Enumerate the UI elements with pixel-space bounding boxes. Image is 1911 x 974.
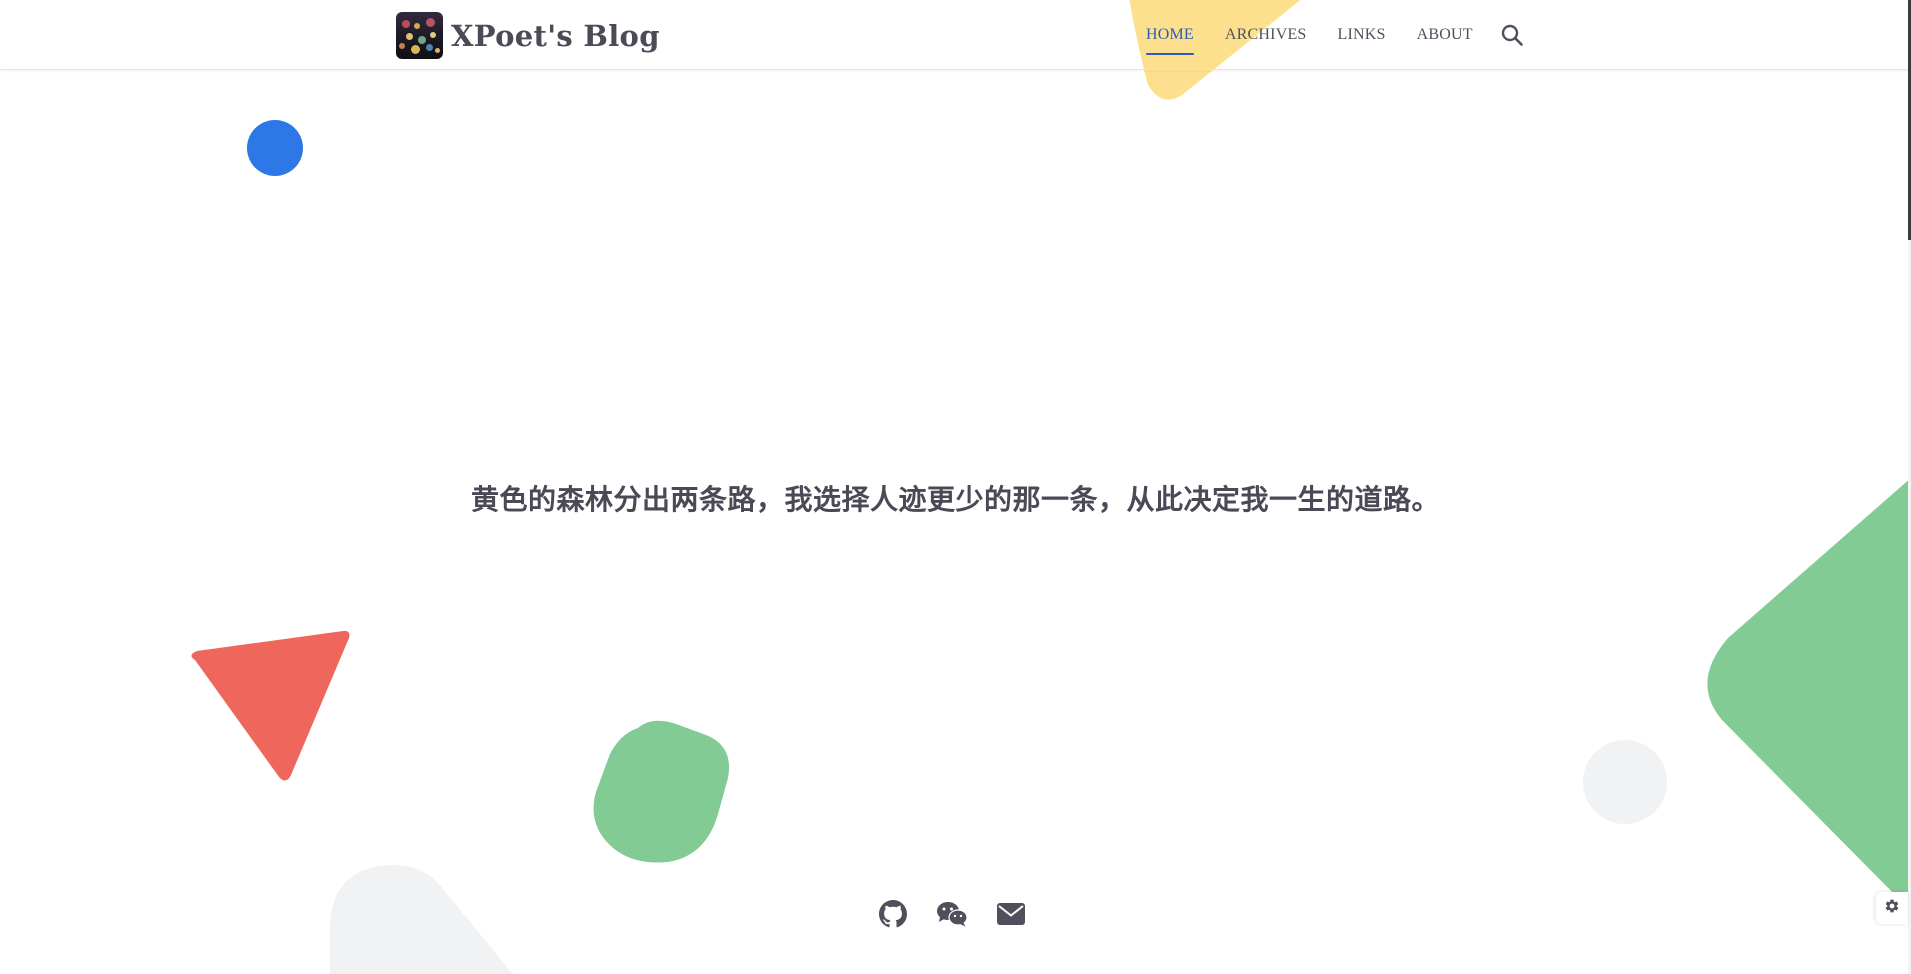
decor-red-triangle — [191, 630, 350, 781]
email-icon[interactable] — [995, 898, 1027, 930]
settings-button[interactable] — [1876, 892, 1908, 924]
decor-gray-circle — [1583, 740, 1667, 824]
gear-icon — [1884, 898, 1900, 918]
wechat-icon[interactable] — [936, 898, 968, 930]
decor-gray-shape — [330, 865, 513, 974]
site-title: XPoet's Blog — [451, 18, 660, 53]
nav-about[interactable]: ABOUT — [1417, 26, 1473, 44]
decor-green-triangle — [1707, 477, 1911, 910]
social-links — [877, 898, 1054, 930]
page: XPoet's Blog HOME ARCHIVES LINKS ABOUT 黄… — [0, 0, 1911, 974]
nav-archives[interactable]: ARCHIVES — [1225, 26, 1307, 44]
nav-links[interactable]: LINKS — [1338, 26, 1386, 44]
github-icon[interactable] — [877, 898, 909, 930]
decor-green-blob — [593, 720, 730, 863]
nav-home[interactable]: HOME — [1146, 26, 1194, 55]
site-brand-link[interactable]: XPoet's Blog — [396, 12, 660, 59]
decor-blue-circle — [247, 120, 303, 176]
site-logo — [396, 12, 443, 59]
search-icon[interactable] — [1498, 21, 1526, 49]
site-header: XPoet's Blog HOME ARCHIVES LINKS ABOUT — [0, 0, 1911, 70]
hero-quote: 黄色的森林分出两条路，我选择人迹更少的那一条，从此决定我一生的道路。 — [470, 483, 1440, 516]
main-nav: HOME ARCHIVES LINKS ABOUT — [1146, 0, 1526, 70]
